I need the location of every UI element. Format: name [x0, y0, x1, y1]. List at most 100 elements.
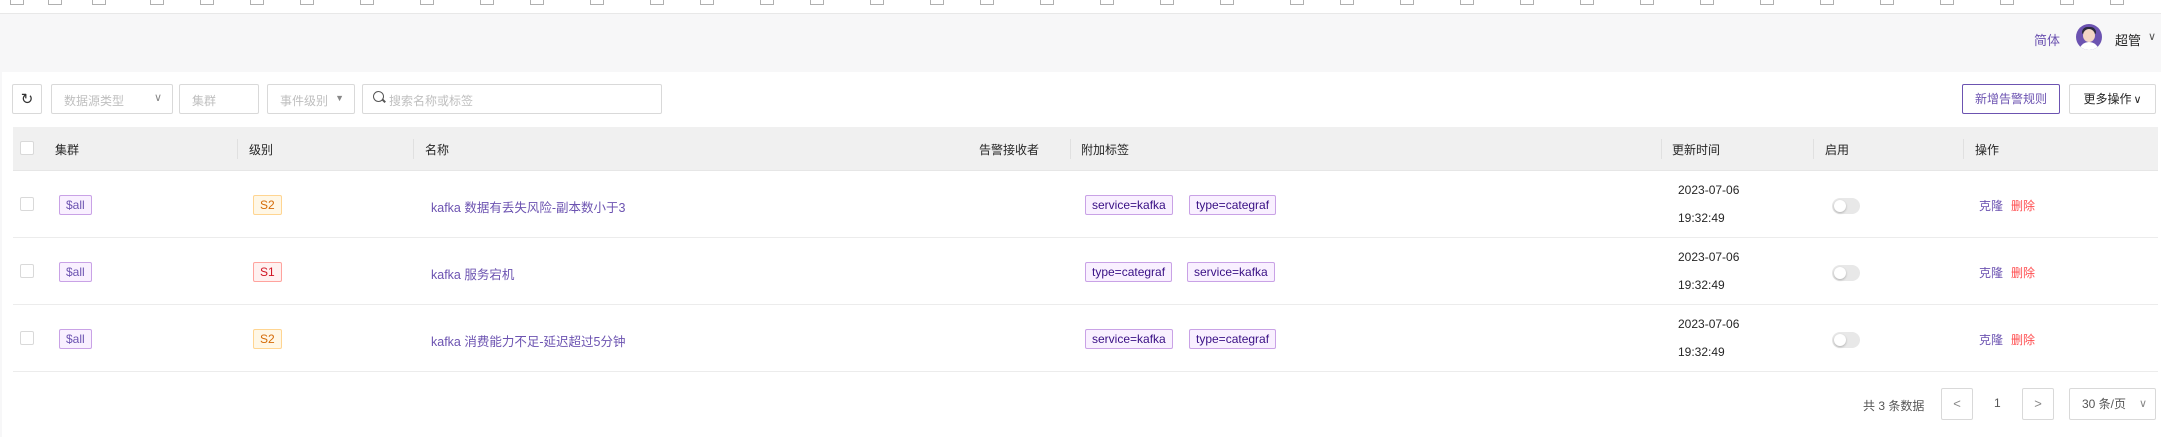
clipped-fragment	[2000, 0, 2014, 5]
column-actions: 操作	[1975, 143, 2000, 157]
updated-date: 2023-07-06	[1678, 250, 1740, 264]
chevron-down-icon: ∨	[2138, 398, 2147, 410]
clipped-fragment	[590, 0, 604, 5]
column-cluster: 集群	[55, 143, 80, 157]
header-bar: 简体 超管 ∨	[0, 14, 2161, 70]
updated-time: 19:32:49	[1678, 345, 1725, 359]
pagination-total: 共 3 条数据	[1863, 399, 1925, 413]
refresh-button[interactable]: ↻	[12, 84, 42, 114]
label-tag: service=kafka	[1085, 195, 1173, 215]
refresh-icon: ↻	[20, 91, 34, 108]
updated-time: 19:32:49	[1678, 278, 1725, 292]
enable-toggle[interactable]	[1832, 332, 1860, 348]
label-tag: type=categraf	[1085, 262, 1173, 282]
level-tag: S2	[253, 329, 282, 349]
clipped-fragment	[1040, 0, 1054, 5]
clipped-fragment	[10, 0, 24, 5]
avatar-body	[2079, 42, 2099, 50]
chevron-down-icon[interactable]: ∨	[2148, 30, 2156, 43]
clipped-fragment	[2060, 0, 2074, 5]
search-icon	[373, 91, 384, 102]
prev-page-button[interactable]: <	[1941, 388, 1973, 420]
clipped-fragment	[92, 0, 106, 5]
datasource-type-placeholder: 数据源类型	[64, 94, 125, 108]
clipped-fragment	[1580, 0, 1594, 5]
chevron-down-icon: ∨	[153, 92, 162, 104]
top-clipped-bar	[0, 0, 2161, 14]
more-actions-label: 更多操作	[2083, 92, 2132, 106]
delete-link[interactable]: 删除	[2011, 331, 2035, 348]
avatar[interactable]	[2076, 24, 2102, 50]
updated-date: 2023-07-06	[1678, 317, 1740, 331]
table-row[interactable]: $all S2 kafka 消费能力不足-延迟超过5分钟 service=kaf…	[13, 305, 2158, 372]
clipped-fragment	[360, 0, 374, 5]
column-enabled: 启用	[1825, 143, 1850, 157]
column-name: 名称	[425, 143, 450, 157]
next-page-button[interactable]: >	[2022, 388, 2054, 420]
clipped-fragment	[810, 0, 824, 5]
clipped-fragment	[250, 0, 264, 5]
clipped-fragment	[1760, 0, 1774, 5]
more-actions-button[interactable]: 更多操作 ∨	[2069, 84, 2156, 114]
row-checkbox[interactable]	[20, 197, 34, 211]
label-tag: service=kafka	[1187, 262, 1275, 282]
datasource-type-select[interactable]: 数据源类型 ∨	[51, 84, 173, 114]
row-checkbox[interactable]	[20, 264, 34, 278]
label-tag: type=categraf	[1189, 195, 1277, 215]
clipped-fragment	[530, 0, 544, 5]
clipped-fragment	[1340, 0, 1354, 5]
main-panel: ↻ 数据源类型 ∨ 集群 事件级别 ▼ 搜索名称或标签 新增告警规则 更多操作 ∨…	[2, 72, 2161, 437]
search-placeholder: 搜索名称或标签	[389, 94, 474, 108]
clipped-fragment	[1290, 0, 1304, 5]
updated-time: 19:32:49	[1678, 211, 1725, 225]
column-level: 级别	[249, 143, 274, 157]
clone-link[interactable]: 克隆	[1979, 331, 2003, 348]
delete-link[interactable]: 删除	[2011, 197, 2035, 214]
clipped-fragment	[1220, 0, 1234, 5]
row-checkbox[interactable]	[20, 331, 34, 345]
table-row[interactable]: $all S2 kafka 数据有丢失风险-副本数小于3 service=kaf…	[13, 171, 2158, 238]
column-divider	[1661, 139, 1662, 159]
cluster-placeholder: 集群	[192, 94, 217, 108]
username[interactable]: 超管	[2115, 30, 2141, 49]
column-divider	[1070, 139, 1071, 159]
column-divider	[413, 139, 414, 159]
caret-down-icon: ▼	[335, 93, 344, 103]
column-divider	[1813, 139, 1814, 159]
enable-toggle[interactable]	[1832, 198, 1860, 214]
table-header: 集群 级别 名称 告警接收者 附加标签 更新时间 启用 操作	[13, 127, 2158, 171]
cluster-select[interactable]: 集群	[179, 84, 259, 114]
page-size-label: 30 条/页	[2082, 397, 2127, 411]
label-tag: service=kafka	[1085, 329, 1173, 349]
chevron-down-icon: ∨	[2133, 94, 2142, 106]
clipped-fragment	[200, 0, 214, 5]
clipped-fragment	[650, 0, 664, 5]
cluster-tag: $all	[59, 195, 92, 215]
add-alert-rule-button[interactable]: 新增告警规则	[1962, 84, 2060, 114]
clipped-fragment	[1460, 0, 1474, 5]
clipped-fragment	[1400, 0, 1414, 5]
rule-name-link[interactable]: kafka 消费能力不足-延迟超过5分钟	[431, 331, 625, 350]
clipped-fragment	[48, 0, 62, 5]
enable-toggle[interactable]	[1832, 265, 1860, 281]
clone-link[interactable]: 克隆	[1979, 197, 2003, 214]
clipped-fragment	[1820, 0, 1834, 5]
rule-name-link[interactable]: kafka 数据有丢失风险-副本数小于3	[431, 197, 625, 216]
clipped-fragment	[870, 0, 884, 5]
clone-link[interactable]: 克隆	[1979, 264, 2003, 281]
clipped-fragment	[1100, 0, 1114, 5]
event-level-select[interactable]: 事件级别 ▼	[267, 84, 355, 114]
page-size-select[interactable]: 30 条/页 ∨	[2069, 388, 2156, 420]
search-input[interactable]: 搜索名称或标签	[362, 84, 662, 114]
clipped-fragment	[1700, 0, 1714, 5]
rule-name-link[interactable]: kafka 服务宕机	[431, 264, 514, 283]
delete-link[interactable]: 删除	[2011, 264, 2035, 281]
label-tag: type=categraf	[1189, 329, 1277, 349]
select-all-checkbox[interactable]	[20, 141, 34, 155]
clipped-fragment	[1880, 0, 1894, 5]
language-switch[interactable]: 简体	[2034, 30, 2060, 49]
avatar-face	[2083, 29, 2095, 42]
table-row[interactable]: $all S1 kafka 服务宕机 type=categraf service…	[13, 238, 2158, 305]
page-number[interactable]: 1	[1994, 396, 2001, 410]
clipped-fragment	[480, 0, 494, 5]
